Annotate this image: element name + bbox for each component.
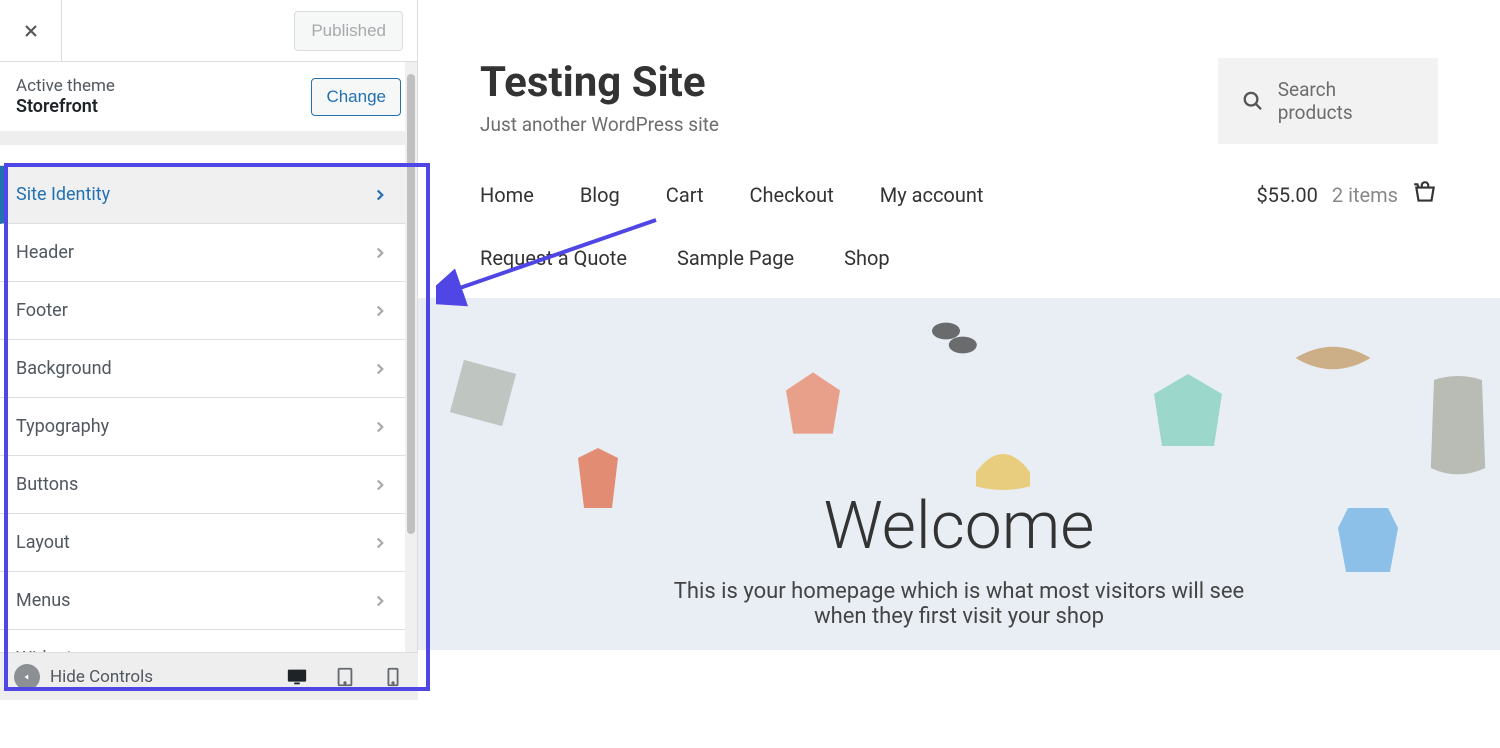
chevron-right-icon xyxy=(371,244,389,262)
site-preview-pane: Testing Site Just another WordPress site… xyxy=(418,0,1500,748)
cart-total: $55.00 xyxy=(1256,183,1317,207)
section-label: Layout xyxy=(16,532,70,553)
tablet-icon xyxy=(334,666,356,688)
product-illustration xyxy=(1318,488,1418,588)
section-layout[interactable]: Layout xyxy=(0,514,405,572)
sidebar-scrollbar[interactable] xyxy=(405,62,417,698)
section-menus[interactable]: Menus xyxy=(0,572,405,630)
customizer-sidebar: Published Active theme Storefront Change… xyxy=(0,0,418,700)
nav-blog[interactable]: Blog xyxy=(580,183,620,207)
product-search-input[interactable]: Search products xyxy=(1218,58,1438,144)
sections-panel: Site Identity Header Footer Background T… xyxy=(0,145,405,695)
section-label: Header xyxy=(16,242,74,263)
active-theme-row: Active theme Storefront Change xyxy=(0,62,417,131)
section-label: Background xyxy=(16,358,112,379)
site-header: Testing Site Just another WordPress site… xyxy=(418,0,1500,144)
hide-controls-label: Hide Controls xyxy=(50,667,153,687)
cart-icon xyxy=(1412,180,1438,210)
collapse-icon xyxy=(14,664,40,690)
section-header[interactable]: Header xyxy=(0,224,405,282)
nav-sample-page[interactable]: Sample Page xyxy=(677,246,794,270)
chevron-right-icon xyxy=(371,360,389,378)
nav-shop[interactable]: Shop xyxy=(844,246,890,270)
section-background[interactable]: Background xyxy=(0,340,405,398)
active-theme-label: Active theme xyxy=(16,76,115,96)
product-illustration xyxy=(1138,358,1238,458)
section-label: Menus xyxy=(16,590,70,611)
hero-section: Welcome This is your homepage which is w… xyxy=(418,298,1500,650)
theme-info: Active theme Storefront xyxy=(16,76,115,117)
product-illustration xyxy=(918,303,988,373)
hide-controls-button[interactable]: Hide Controls xyxy=(14,664,153,690)
header-cart[interactable]: $55.00 2 items xyxy=(1256,180,1438,210)
product-illustration xyxy=(548,428,648,528)
close-button[interactable] xyxy=(0,0,62,62)
active-theme-name: Storefront xyxy=(16,96,115,117)
section-buttons[interactable]: Buttons xyxy=(0,456,405,514)
section-typography[interactable]: Typography xyxy=(0,398,405,456)
publish-status-button[interactable]: Published xyxy=(294,11,403,51)
hero-text: This is your homepage which is what most… xyxy=(659,579,1259,629)
search-placeholder: Search products xyxy=(1278,78,1414,124)
chevron-right-icon xyxy=(371,592,389,610)
device-switcher xyxy=(286,666,404,688)
nav-home[interactable]: Home xyxy=(480,183,534,207)
scrollbar-thumb[interactable] xyxy=(407,74,415,534)
sidebar-top-bar: Published xyxy=(0,0,417,62)
chevron-right-icon xyxy=(371,302,389,320)
chevron-right-icon xyxy=(371,476,389,494)
nav-my-account[interactable]: My account xyxy=(880,183,984,207)
mobile-device-button[interactable] xyxy=(382,666,404,688)
close-icon xyxy=(21,21,41,41)
primary-nav-row: Home Blog Cart Checkout My account $55.0… xyxy=(418,144,1500,210)
desktop-icon xyxy=(286,666,308,688)
sections-list: Site Identity Header Footer Background T… xyxy=(0,165,405,688)
product-illustration xyxy=(1418,368,1498,488)
mobile-icon xyxy=(382,666,404,688)
nav-checkout[interactable]: Checkout xyxy=(750,183,834,207)
site-title[interactable]: Testing Site xyxy=(480,58,719,107)
chevron-right-icon xyxy=(371,418,389,436)
tablet-device-button[interactable] xyxy=(334,666,356,688)
change-theme-button[interactable]: Change xyxy=(311,78,401,116)
site-tagline: Just another WordPress site xyxy=(480,113,719,136)
desktop-device-button[interactable] xyxy=(286,666,308,688)
section-footer[interactable]: Footer xyxy=(0,282,405,340)
search-icon xyxy=(1242,90,1264,112)
chevron-right-icon xyxy=(371,186,389,204)
section-label: Typography xyxy=(16,416,109,437)
product-illustration xyxy=(1288,328,1378,388)
section-label: Footer xyxy=(16,300,68,321)
product-illustration xyxy=(438,348,528,438)
nav-cart[interactable]: Cart xyxy=(666,183,704,207)
section-site-identity[interactable]: Site Identity xyxy=(0,166,405,224)
primary-nav: Home Blog Cart Checkout My account xyxy=(480,183,983,207)
product-illustration xyxy=(958,418,1048,508)
section-label: Site Identity xyxy=(16,184,110,205)
nav-request-quote[interactable]: Request a Quote xyxy=(480,246,627,270)
chevron-right-icon xyxy=(371,534,389,552)
product-illustration xyxy=(768,358,858,448)
cart-items-count: 2 items xyxy=(1332,183,1398,207)
customizer-footer: Hide Controls xyxy=(0,652,418,700)
section-label: Buttons xyxy=(16,474,78,495)
secondary-nav: Request a Quote Sample Page Shop xyxy=(418,210,1500,298)
